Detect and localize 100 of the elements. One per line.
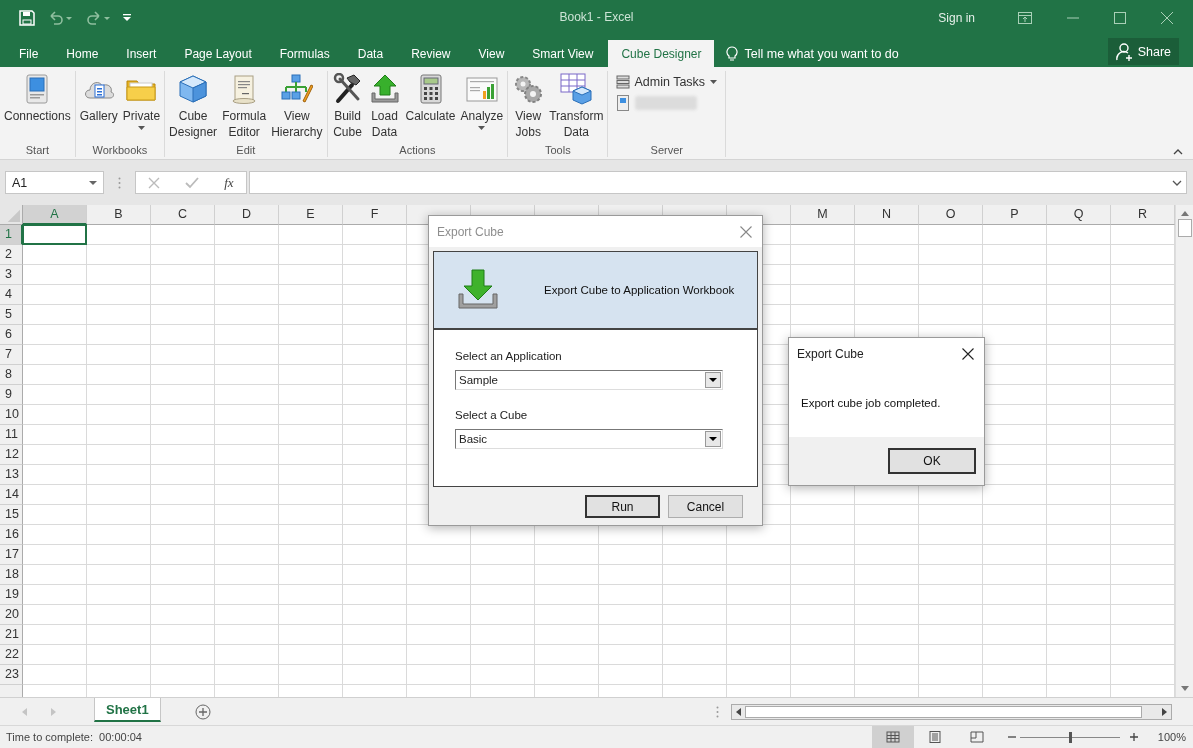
column-header[interactable]: C: [151, 205, 215, 225]
dropdown-arrow-button[interactable]: [705, 372, 721, 388]
row-header[interactable]: 1: [0, 225, 23, 245]
dialog-button[interactable]: Cancel: [668, 495, 743, 518]
zoom-out-icon[interactable]: [1007, 733, 1016, 741]
column-header[interactable]: M: [791, 205, 855, 225]
dropdown-field[interactable]: Basic: [455, 429, 723, 449]
ribbon-button[interactable]: Build Cube: [329, 71, 366, 140]
dialog-button[interactable]: OK: [888, 448, 976, 474]
ribbon-tab[interactable]: Formulas: [266, 40, 343, 67]
row-header[interactable]: 15: [0, 505, 23, 525]
zoom-in-icon[interactable]: [1129, 733, 1138, 741]
column-header[interactable]: N: [855, 205, 919, 225]
row-header[interactable]: 6: [0, 325, 23, 345]
row-header[interactable]: 18: [0, 565, 23, 585]
caret-icon[interactable]: [89, 180, 97, 185]
formula-input[interactable]: [249, 171, 1187, 194]
column-header[interactable]: A: [23, 205, 87, 225]
customize-caret-icon[interactable]: [123, 14, 131, 22]
vertical-scrollbar[interactable]: [1175, 205, 1193, 697]
close-icon[interactable]: [962, 347, 974, 360]
ribbon-button[interactable]: Formula Editor: [220, 71, 269, 140]
zoom-slider-thumb[interactable]: [1068, 731, 1072, 743]
scroll-left-icon[interactable]: [736, 707, 741, 716]
row-header[interactable]: 3: [0, 265, 23, 285]
column-header[interactable]: Q: [1047, 205, 1111, 225]
row-header[interactable]: 20: [0, 605, 23, 625]
row-header[interactable]: 8: [0, 365, 23, 385]
row-header[interactable]: 2: [0, 245, 23, 265]
tell-me-search[interactable]: Tell me what you want to do: [716, 40, 909, 67]
ribbon-tab[interactable]: View: [465, 40, 518, 67]
row-header[interactable]: 11: [0, 425, 23, 445]
ribbon-button[interactable]: Private: [120, 71, 163, 130]
row-header[interactable]: 13: [0, 465, 23, 485]
ribbon-tab[interactable]: Review: [398, 40, 464, 67]
column-header[interactable]: B: [87, 205, 151, 225]
row-header[interactable]: 19: [0, 585, 23, 605]
ribbon-button[interactable]: Cube Designer: [167, 71, 220, 140]
row-header[interactable]: 14: [0, 485, 23, 505]
column-header[interactable]: F: [343, 205, 407, 225]
sign-in-link[interactable]: Sign in: [938, 11, 975, 25]
expand-caret-icon[interactable]: [1172, 179, 1182, 186]
scroll-down-icon[interactable]: [1180, 686, 1189, 691]
name-box[interactable]: A1: [5, 171, 104, 194]
row-header[interactable]: 7: [0, 345, 23, 365]
dropdown-arrow-button[interactable]: [705, 431, 721, 447]
scroll-right-icon[interactable]: [1162, 707, 1167, 716]
ribbon-button[interactable]: Gallery: [77, 71, 120, 124]
check-icon[interactable]: [185, 176, 200, 189]
dialog-button[interactable]: Run: [585, 495, 660, 518]
scroll-thumb[interactable]: [1177, 219, 1192, 237]
row-header[interactable]: 5: [0, 305, 23, 325]
redo-icon[interactable]: [85, 10, 111, 26]
maximize-icon[interactable]: [1114, 12, 1126, 24]
ribbon-button[interactable]: Analyze: [458, 71, 506, 130]
cancel-icon[interactable]: [148, 176, 161, 189]
ribbon-tab[interactable]: File: [6, 40, 52, 67]
ribbon-display-icon[interactable]: [1018, 12, 1032, 24]
ribbon-button[interactable]: Transform Data: [547, 71, 606, 140]
column-header[interactable]: R: [1111, 205, 1175, 225]
collapse-ribbon-icon[interactable]: [1173, 149, 1183, 155]
ribbon-tab[interactable]: Home: [53, 40, 112, 67]
ribbon-button[interactable]: View Jobs: [510, 71, 547, 140]
ribbon-tab[interactable]: Insert: [113, 40, 170, 67]
ribbon-tab[interactable]: Cube Designer: [608, 40, 715, 67]
scroll-up-icon[interactable]: [1180, 211, 1189, 216]
ribbon-button[interactable]: View Hierarchy: [269, 71, 325, 140]
row-header[interactable]: 9: [0, 385, 23, 405]
ribbon-tab[interactable]: Page Layout: [171, 40, 265, 67]
column-header[interactable]: O: [919, 205, 983, 225]
horizontal-scrollbar[interactable]: [731, 703, 1172, 720]
row-header[interactable]: 22: [0, 645, 23, 665]
add-sheet-icon[interactable]: [194, 703, 211, 720]
ribbon-tab[interactable]: Smart View: [519, 40, 607, 67]
scroll-thumb[interactable]: [745, 705, 1142, 718]
column-header[interactable]: E: [279, 205, 343, 225]
row-header[interactable]: 17: [0, 545, 23, 565]
select-all-icon[interactable]: [0, 205, 23, 225]
undo-icon[interactable]: [47, 10, 73, 26]
save-icon[interactable]: [19, 10, 35, 26]
row-header[interactable]: 4: [0, 285, 23, 305]
insert-function-button[interactable]: fx: [224, 174, 234, 191]
row-header[interactable]: 10: [0, 405, 23, 425]
view-button[interactable]: [871, 726, 914, 748]
ribbon-button[interactable]: Calculate: [403, 71, 458, 124]
row-header[interactable]: 16: [0, 525, 23, 545]
cell-cursor[interactable]: [22, 224, 87, 245]
dropdown-field[interactable]: Sample: [455, 370, 723, 390]
zoom-level[interactable]: 100%: [1157, 731, 1186, 743]
ribbon-button[interactable]: Admin Tasks: [616, 73, 718, 91]
column-header[interactable]: D: [215, 205, 279, 225]
ribbon-button[interactable]: Connections: [2, 71, 73, 124]
row-header[interactable]: 21: [0, 625, 23, 645]
ribbon-tab[interactable]: Data: [344, 40, 397, 67]
sheet-tab[interactable]: Sheet1: [94, 698, 161, 722]
ribbon-button[interactable]: Load Data: [366, 71, 403, 140]
column-header[interactable]: P: [983, 205, 1047, 225]
share-button[interactable]: Share: [1107, 38, 1179, 65]
row-header[interactable]: 23: [0, 665, 23, 685]
row-header[interactable]: 12: [0, 445, 23, 465]
